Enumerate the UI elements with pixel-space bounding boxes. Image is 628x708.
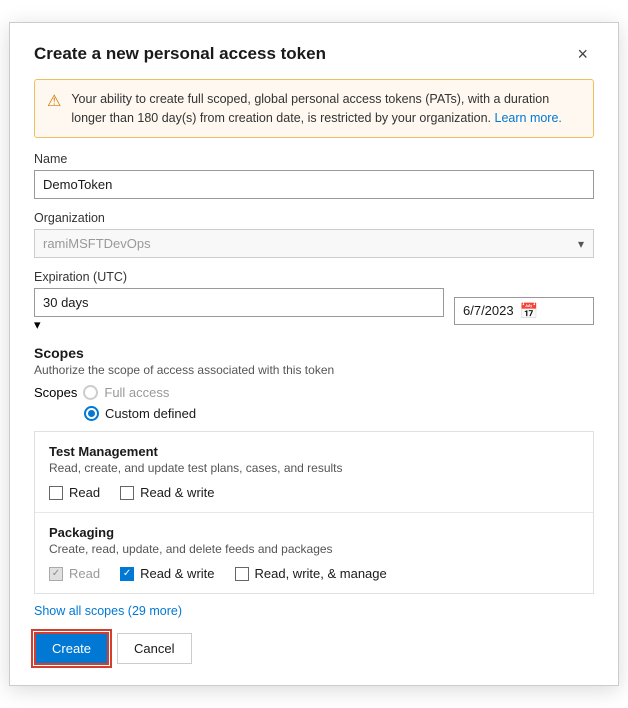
pkg-readwrite-option[interactable]: Read & write <box>120 566 214 581</box>
warning-banner: ⚠ Your ability to create full scoped, gl… <box>34 79 594 139</box>
scope-card-inner-test: Test Management Read, create, and update… <box>35 432 593 512</box>
close-button[interactable]: × <box>571 43 594 65</box>
test-readwrite-option[interactable]: Read & write <box>120 485 214 500</box>
name-input[interactable] <box>34 170 594 199</box>
pkg-readwrite-checkbox[interactable] <box>120 567 134 581</box>
custom-defined-radio[interactable]: Custom defined <box>84 406 594 421</box>
full-access-label: Full access <box>104 385 169 400</box>
scope-checkboxes-test: Read Read & write <box>49 485 579 500</box>
org-field-group: Organization ramiMSFTDevOps ▾ <box>34 211 594 258</box>
footer-buttons: Create Cancel <box>34 632 594 665</box>
scope-item-packaging: Packaging Create, read, update, and dele… <box>35 513 593 593</box>
scope-card-inner-packaging: Packaging Create, read, update, and dele… <box>35 513 593 593</box>
scopes-section: Scopes Authorize the scope of access ass… <box>34 345 594 421</box>
cancel-button[interactable]: Cancel <box>117 633 191 664</box>
create-button[interactable]: Create <box>34 632 109 665</box>
scopes-label: Scopes <box>34 385 77 400</box>
expiration-select-wrap: 30 days 60 days 90 days 180 days Custom … <box>34 288 444 333</box>
test-read-option[interactable]: Read <box>49 485 100 500</box>
org-label: Organization <box>34 211 594 225</box>
expiration-select[interactable]: 30 days 60 days 90 days 180 days Custom <box>34 288 444 317</box>
warning-text: Your ability to create full scoped, glob… <box>71 90 581 128</box>
expiration-label: Expiration (UTC) <box>34 270 594 284</box>
pkg-manage-checkbox[interactable] <box>235 567 249 581</box>
custom-defined-label: Custom defined <box>105 406 196 421</box>
name-label: Name <box>34 152 594 166</box>
scopes-label-row: Scopes Full access <box>34 385 594 400</box>
scopes-list: Test Management Read, create, and update… <box>34 431 594 594</box>
name-field-group: Name <box>34 152 594 199</box>
custom-defined-radio-circle <box>84 406 99 421</box>
test-read-label: Read <box>69 485 100 500</box>
pkg-read-label: Read <box>69 566 100 581</box>
learn-more-link[interactable]: Learn more. <box>495 111 562 125</box>
test-read-checkbox[interactable] <box>49 486 63 500</box>
scope-item-test-management: Test Management Read, create, and update… <box>35 432 593 513</box>
org-select-wrapper: ramiMSFTDevOps ▾ <box>34 229 594 258</box>
warning-icon: ⚠ <box>47 91 61 111</box>
scopes-title: Scopes <box>34 345 594 361</box>
dialog-header: Create a new personal access token × <box>34 43 594 65</box>
custom-defined-row: Custom defined <box>84 406 594 421</box>
dialog-title: Create a new personal access token <box>34 44 326 64</box>
test-readwrite-label: Read & write <box>140 485 214 500</box>
org-select[interactable]: ramiMSFTDevOps <box>34 229 594 258</box>
pkg-manage-label: Read, write, & manage <box>255 566 387 581</box>
expiration-row: 30 days 60 days 90 days 180 days Custom … <box>34 288 594 333</box>
expiration-date-field: 6/7/2023 📅 <box>454 297 594 325</box>
scope-desc-test: Read, create, and update test plans, cas… <box>49 461 579 475</box>
create-token-dialog: Create a new personal access token × ⚠ Y… <box>9 22 619 687</box>
full-access-radio[interactable]: Full access <box>83 385 169 400</box>
expiration-date-text: 6/7/2023 <box>463 303 514 318</box>
expiration-field-group: Expiration (UTC) 30 days 60 days 90 days… <box>34 270 594 333</box>
scope-desc-packaging: Create, read, update, and delete feeds a… <box>49 542 579 556</box>
scope-name-test: Test Management <box>49 444 579 459</box>
expiration-chevron-icon: ▾ <box>34 317 41 332</box>
test-readwrite-checkbox[interactable] <box>120 486 134 500</box>
scope-checkboxes-packaging: Read Read & write Read, write, & manage <box>49 566 579 581</box>
calendar-icon[interactable]: 📅 <box>520 302 539 320</box>
pkg-read-option: Read <box>49 566 100 581</box>
show-all-scopes-link[interactable]: Show all scopes (29 more) <box>34 604 182 618</box>
pkg-readwrite-label: Read & write <box>140 566 214 581</box>
pkg-read-checkbox <box>49 567 63 581</box>
scopes-subtitle: Authorize the scope of access associated… <box>34 363 594 377</box>
full-access-radio-circle <box>83 385 98 400</box>
pkg-manage-option[interactable]: Read, write, & manage <box>235 566 387 581</box>
scope-name-packaging: Packaging <box>49 525 579 540</box>
